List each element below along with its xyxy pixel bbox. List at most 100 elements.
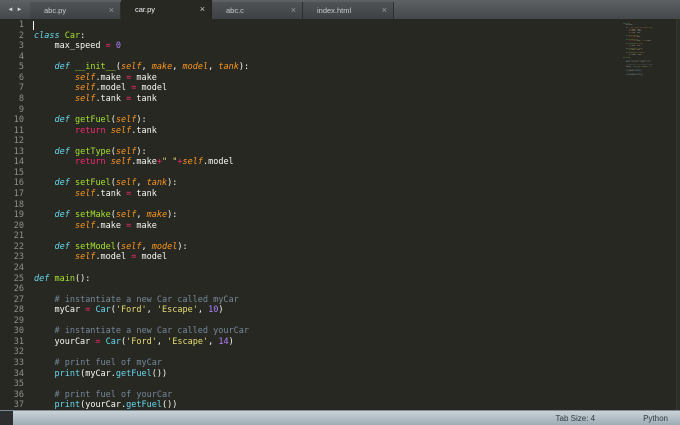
token-plain: ): <box>643 52 645 54</box>
code-line[interactable] <box>34 20 249 31</box>
code-line[interactable] <box>34 200 249 211</box>
token-self: self <box>74 220 96 231</box>
nav-prev-icon[interactable]: ◄ <box>8 7 14 13</box>
code-line[interactable]: # print fuel of yourCar <box>34 390 249 401</box>
code-line[interactable]: class Car: <box>34 31 249 42</box>
status-language[interactable]: Python <box>643 414 668 423</box>
code-line[interactable]: self.model = model <box>34 83 249 94</box>
code-line[interactable]: def __init__(self, make, model, tank): <box>34 62 249 73</box>
nav-next-icon[interactable]: ► <box>17 7 23 13</box>
code-line[interactable]: def setModel(self, model): <box>34 242 249 253</box>
token-param: self <box>115 210 137 221</box>
code-line[interactable]: self.tank = tank <box>34 94 249 105</box>
line-number: 31 <box>13 336 24 347</box>
line-number: 37 <box>13 400 24 410</box>
token-self: self <box>182 157 203 168</box>
code-line[interactable]: def getType(self): <box>34 147 249 158</box>
line-number: 6 <box>18 72 24 83</box>
tab-abc-c[interactable]: abc.c × <box>212 2 303 19</box>
code-line[interactable]: def setMake(self, make): <box>34 210 249 221</box>
code-line[interactable] <box>34 263 249 274</box>
code-line[interactable] <box>34 316 249 327</box>
token-num: 14 <box>218 336 229 347</box>
token-plain: .make <box>95 72 127 83</box>
code-line[interactable]: return self.make+" "+self.model <box>34 157 249 168</box>
code-line[interactable] <box>34 105 249 116</box>
code-line[interactable]: self.model = model <box>623 54 642 55</box>
code-line[interactable]: self.model = model <box>34 252 249 263</box>
line-number: 22 <box>13 241 24 252</box>
code-line[interactable]: self.tank = tank <box>623 31 640 32</box>
code-line[interactable] <box>34 379 249 390</box>
token-plain: tank <box>636 31 641 33</box>
code-line[interactable]: print(yourCar.getFuel()) <box>623 74 643 75</box>
code-area[interactable]: class Car: max_speed = 0 def __init__(se… <box>34 20 249 410</box>
tab-close-icon[interactable]: × <box>382 6 387 15</box>
code-line[interactable] <box>34 231 249 242</box>
tab-car-py[interactable]: car.py × <box>121 0 212 19</box>
line-number: 3 <box>18 41 24 52</box>
code-line[interactable]: def main(): <box>623 56 631 57</box>
code-line[interactable]: # instantiate a new Car called yourCar <box>34 326 249 337</box>
code-line[interactable] <box>34 52 249 63</box>
token-plain: model <box>637 53 642 55</box>
token-plain: ()) <box>640 74 644 76</box>
token-plain: .tank <box>636 35 641 38</box>
code-line[interactable]: return self.tank <box>34 126 249 137</box>
code-line[interactable]: myCar = Car('Ford', 'Escape', 10) <box>34 305 249 316</box>
token-fn: getType <box>74 146 111 157</box>
token-str: 'Ford' <box>126 336 157 347</box>
code-line[interactable]: print(myCar.getFuel()) <box>623 70 642 71</box>
code-line[interactable]: def setFuel(self, tank): <box>34 178 249 189</box>
token-param: model <box>182 62 209 73</box>
code-line[interactable]: yourCar = Car('Ford', 'Escape', 14) <box>623 65 651 66</box>
token-plain: , <box>208 336 219 347</box>
token-str: 'Escape' <box>156 305 198 316</box>
code-line[interactable]: print(yourCar.getFuel()) <box>34 400 249 410</box>
token-num: 0 <box>115 41 122 52</box>
minimap[interactable]: class Car: max_speed = 0 def __init__(se… <box>623 21 675 141</box>
tab-close-icon[interactable]: × <box>200 5 205 14</box>
token-kw: def <box>34 273 50 284</box>
token-plain: , <box>136 178 147 189</box>
status-tab-size[interactable]: Tab Size: 4 <box>556 414 596 423</box>
code-line[interactable]: self.make = make <box>34 73 249 84</box>
token-comment: # instantiate a new Car called myCar <box>54 294 239 305</box>
code-line[interactable]: yourCar = Car('Ford', 'Escape', 14) <box>34 337 249 348</box>
code-line[interactable]: def getFuel(self): <box>34 115 249 126</box>
code-line[interactable] <box>34 347 249 358</box>
token-param: tank <box>146 178 168 189</box>
code-line[interactable]: self.tank = tank <box>34 189 249 200</box>
token-call: getFuel <box>126 400 162 410</box>
token-plain: .model <box>646 40 651 42</box>
tab-index-html[interactable]: index.html × <box>303 2 394 19</box>
code-line[interactable]: # print fuel of myCar <box>34 358 249 369</box>
code-line[interactable]: self.make = make <box>34 221 249 232</box>
code-line[interactable]: def main(): <box>34 274 249 285</box>
code-line[interactable]: max_speed = 0 <box>623 24 635 25</box>
gutter[interactable]: 1 2 3 4 5 6 7 8 9 10 11 12 13 14 15 16 17 18 19 20 21 22 23 24 2… <box>0 20 24 410</box>
code-line[interactable]: self.make = make <box>623 49 640 50</box>
code-line[interactable] <box>34 284 249 295</box>
tab-close-icon[interactable]: × <box>109 6 114 15</box>
code-line[interactable]: # instantiate a new Car called myCar <box>34 295 249 306</box>
vertical-scrollbar[interactable] <box>676 19 680 410</box>
token-plain: myCar <box>623 60 631 63</box>
code-line[interactable] <box>34 136 249 147</box>
code-line[interactable]: myCar = Car('Ford', 'Escape', 10) <box>623 60 650 63</box>
token-fn: main <box>54 273 75 284</box>
code-line[interactable]: print(myCar.getFuel()) <box>34 369 249 380</box>
tab-close-icon[interactable]: × <box>291 6 296 15</box>
code-line[interactable] <box>34 168 249 179</box>
code-line[interactable]: max_speed = 0 <box>34 41 249 52</box>
code-line[interactable]: return self.make+" "+self.model <box>623 40 651 41</box>
code-line[interactable]: return self.tank <box>623 36 640 37</box>
token-str: 'Ford' <box>115 305 147 316</box>
token-param: self <box>115 146 137 157</box>
editor[interactable]: 1 2 3 4 5 6 7 8 9 10 11 12 13 14 15 16 17 18 19 20 21 22 23 24 2… <box>0 19 680 410</box>
code-line[interactable]: self.tank = tank <box>623 45 640 46</box>
tab-abc-py[interactable]: abc.py × <box>30 2 121 19</box>
